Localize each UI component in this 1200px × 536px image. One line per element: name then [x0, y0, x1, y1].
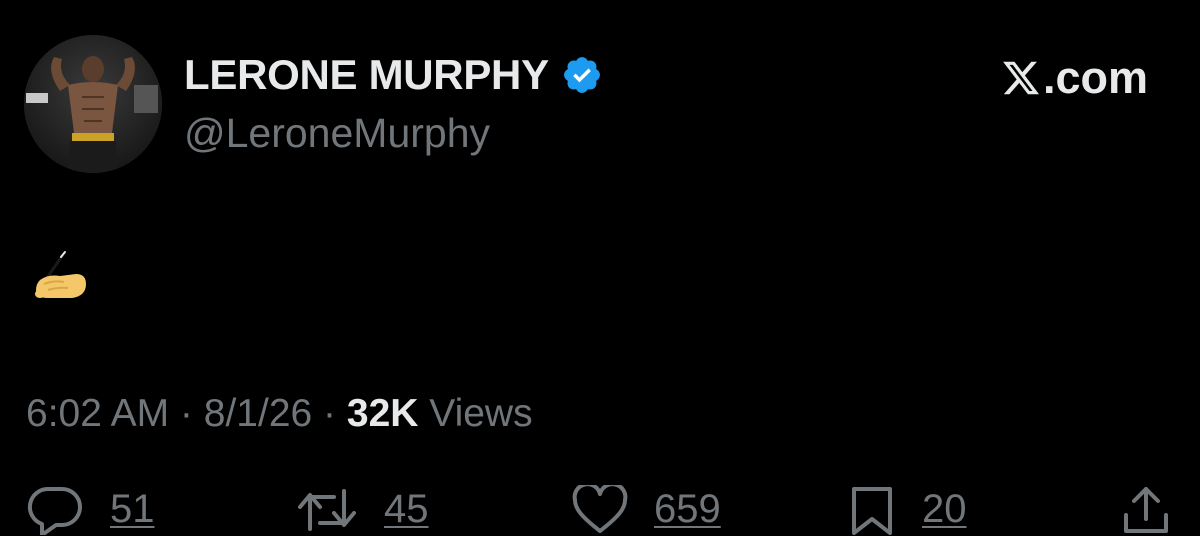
- bookmark-button[interactable]: 20: [848, 485, 967, 535]
- bookmark-icon: [852, 487, 892, 535]
- tweet-time[interactable]: 6:02 AM: [26, 392, 169, 435]
- x-logo-icon: [1001, 58, 1041, 98]
- repost-icon: [298, 489, 356, 531]
- repost-button[interactable]: 45: [296, 485, 429, 535]
- x-brand: .com: [1001, 52, 1148, 104]
- display-name[interactable]: LERONE MURPHY: [184, 51, 549, 99]
- writing-hand-emoji-icon: [34, 251, 86, 298]
- meta-separator: ·: [169, 392, 204, 435]
- tweet-actions-bar: 51 45 659 20: [0, 485, 1200, 536]
- views-count: 32K: [346, 392, 419, 435]
- reply-icon: [27, 486, 82, 535]
- reply-button[interactable]: 51: [26, 485, 155, 535]
- verified-badge-icon: [561, 54, 603, 96]
- tweet-date[interactable]: 8/1/26: [204, 392, 312, 435]
- share-button[interactable]: [1120, 485, 1172, 535]
- like-button[interactable]: 659: [572, 485, 721, 535]
- like-count[interactable]: 659: [654, 485, 721, 533]
- author-name-row[interactable]: LERONE MURPHY: [184, 50, 603, 100]
- reply-count[interactable]: 51: [110, 485, 155, 533]
- bookmark-count[interactable]: 20: [922, 485, 967, 533]
- avatar-photo: [24, 35, 162, 173]
- share-icon: [1124, 487, 1168, 533]
- repost-count[interactable]: 45: [384, 485, 429, 533]
- tweet-meta: 6:02 AM · 8/1/26 · 32K Views: [26, 392, 533, 436]
- heart-icon: [572, 485, 628, 533]
- x-domain-suffix: .com: [1042, 52, 1148, 103]
- avatar[interactable]: [24, 35, 162, 173]
- tweet-text: ✍️: [28, 250, 90, 304]
- user-handle[interactable]: @LeroneMurphy: [184, 110, 490, 157]
- meta-separator: ·: [312, 392, 347, 435]
- views-label: Views: [418, 392, 533, 435]
